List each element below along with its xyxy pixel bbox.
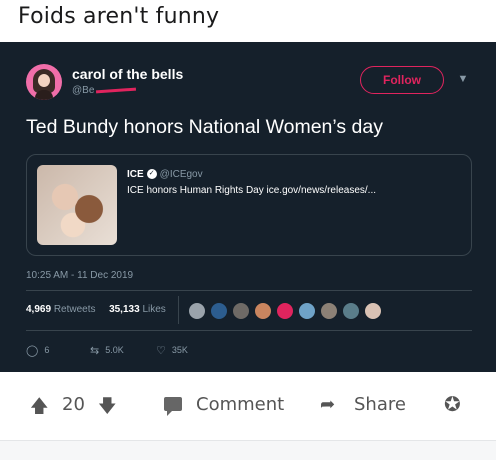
likes-count[interactable]: 35,133	[109, 304, 140, 315]
avatar-face	[38, 74, 50, 87]
footer-strip	[0, 440, 496, 460]
reply-count: 6	[44, 345, 50, 355]
reply-action[interactable]: ◯ 6	[26, 344, 49, 357]
retweet-action[interactable]: ⇆ 5.0K	[90, 344, 124, 357]
chevron-down-icon[interactable]: ▼	[456, 72, 470, 86]
quoted-tweet[interactable]: ICE ✓ @ICEgov ICE honors Human Rights Day …	[26, 154, 472, 256]
stats-separator	[178, 296, 179, 324]
retweets-count[interactable]: 4,969	[26, 304, 51, 315]
downvote-icon[interactable]: 🡇	[98, 394, 117, 424]
liker-avatar[interactable]	[276, 302, 294, 320]
likes-label[interactable]: Likes	[142, 304, 165, 315]
retweet-count: 5.0K	[105, 345, 124, 355]
timestamp[interactable]: 10:25 AM - 11 Dec 2019	[26, 270, 133, 281]
tweet-stats: 4,969 Retweets 35,133 Likes	[26, 304, 166, 315]
tweet-card: carol of the bells @Be Follow ▼ Ted Bund…	[0, 42, 496, 372]
handle: @Be	[72, 85, 137, 96]
divider	[26, 290, 472, 291]
display-name[interactable]: carol of the bells	[72, 66, 183, 82]
verified-icon: ✓	[146, 169, 157, 180]
award-icon[interactable]: ✪	[444, 392, 461, 416]
quoted-tweet-header: ICE ✓ @ICEgov	[127, 169, 203, 180]
reply-icon: ◯	[26, 345, 39, 357]
avatar[interactable]	[26, 64, 62, 100]
upvote-icon[interactable]: 🡅	[30, 394, 49, 424]
vote-count: 20	[62, 394, 85, 415]
quoted-tweet-text: ICE honors Human Rights Day ice.gov/news…	[127, 185, 376, 196]
liker-avatar[interactable]	[232, 302, 250, 320]
liker-avatar[interactable]	[342, 302, 360, 320]
share-button[interactable]: Share	[354, 394, 406, 415]
quoted-tweet-handle: @ICEgov	[159, 169, 203, 180]
post-title: Foids aren't funny	[18, 4, 220, 29]
liker-avatar[interactable]	[254, 302, 272, 320]
share-icon[interactable]: ➦	[320, 394, 335, 415]
avatar-body	[35, 90, 53, 100]
liker-avatar[interactable]	[320, 302, 338, 320]
liker-avatar[interactable]	[298, 302, 316, 320]
handle-redaction-scribble	[96, 87, 137, 94]
liker-avatar[interactable]	[188, 302, 206, 320]
comment-icon[interactable]	[164, 397, 182, 416]
quoted-tweet-name: ICE	[127, 169, 144, 180]
divider	[26, 330, 472, 331]
comment-button[interactable]: Comment	[196, 394, 284, 415]
retweet-icon: ⇆	[90, 345, 100, 357]
quoted-tweet-image	[37, 165, 117, 245]
tweet-text: Ted Bundy honors National Women’s day	[26, 116, 383, 138]
liker-avatar[interactable]	[210, 302, 228, 320]
post-action-bar: 🡅 20 🡇 Comment ➦ Share ✪	[0, 372, 496, 440]
handle-text: @Be	[72, 85, 95, 96]
like-action[interactable]: ♡ 35K	[156, 344, 188, 357]
follow-button[interactable]: Follow	[360, 66, 444, 94]
like-count: 35K	[171, 345, 188, 355]
heart-icon: ♡	[156, 345, 166, 357]
liker-avatar[interactable]	[364, 302, 382, 320]
retweets-label[interactable]: Retweets	[54, 304, 96, 315]
